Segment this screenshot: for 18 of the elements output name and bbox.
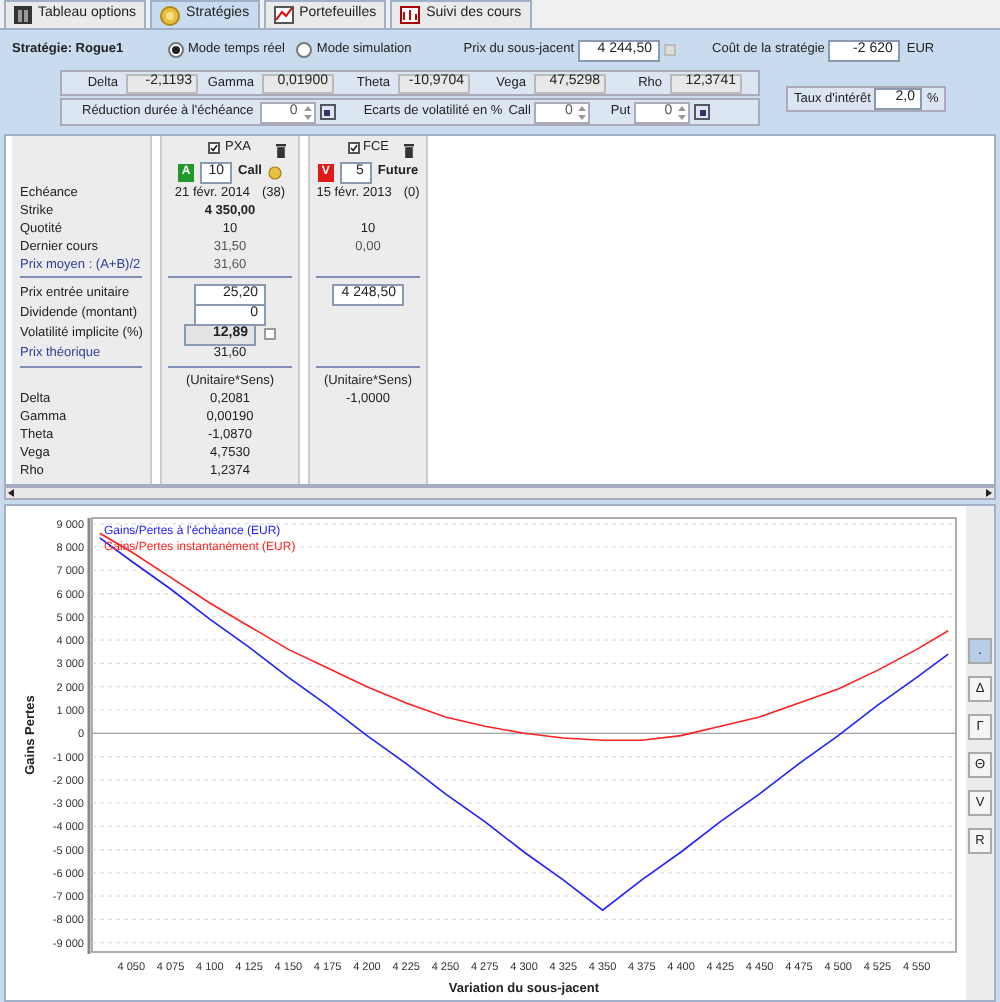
table-icon [14,6,32,24]
spinner-arrows-icon [576,103,589,121]
coin-icon [160,5,181,25]
spinner-arrows-icon [301,103,314,121]
coin-icon[interactable] [267,165,282,179]
spinner-arrows-icon [676,103,689,121]
checkbox[interactable] [347,142,359,154]
trash-icon[interactable] [276,144,286,158]
checkbox[interactable] [208,142,221,154]
apply-button[interactable] [319,104,336,120]
horizontal-scrollbar[interactable] [4,486,996,500]
chart-icon [400,6,421,24]
radio-button[interactable] [296,42,313,58]
trash-icon[interactable] [404,144,414,158]
radio-button[interactable] [168,42,184,58]
apply-button[interactable] [694,104,711,120]
checkbox[interactable] [264,328,276,340]
grid-chart-icon [273,6,294,24]
